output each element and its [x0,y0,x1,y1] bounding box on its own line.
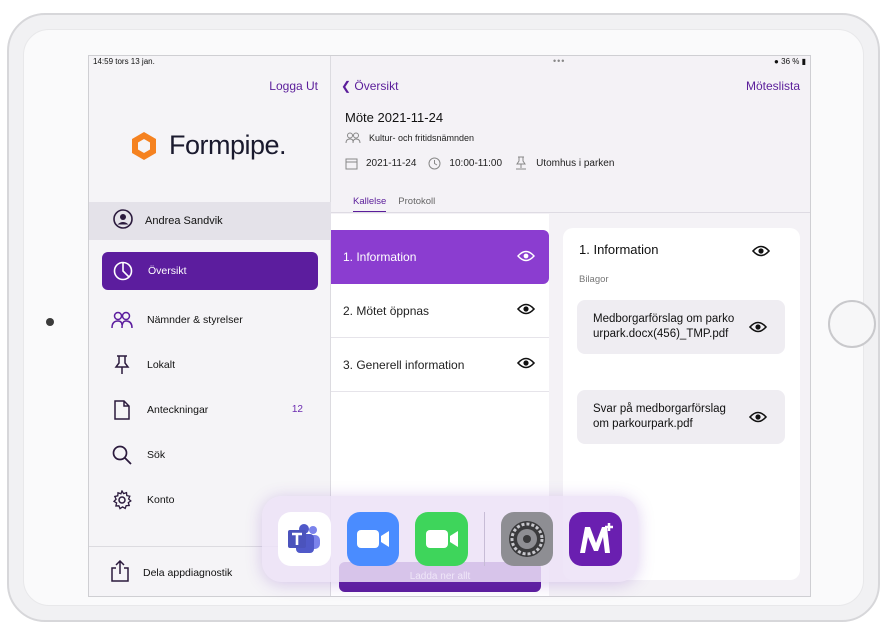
tab-kallelse[interactable]: Kallelse [353,196,387,213]
share-icon [111,559,129,585]
app-dock [262,496,638,582]
committee-row: Kultur- och fritidsnämnden [345,132,474,144]
gear-icon [111,489,133,511]
settings-icon[interactable] [500,512,554,566]
status-right: ● 36 % ▮ [774,57,806,66]
location-pin-icon [514,156,528,170]
eye-icon[interactable] [516,357,536,372]
sidebar-item-label: Översikt [148,265,187,277]
dock-separator [483,512,485,566]
agenda-item-label: 1. Information [343,250,417,264]
camera-dot [46,318,54,326]
meeting-title: Möte 2021-11-24 [345,110,444,125]
user-avatar-icon [113,208,133,234]
zoom-icon[interactable] [346,512,400,566]
eye-icon[interactable] [517,250,535,265]
eye-icon[interactable] [751,244,771,262]
back-label: Översikt [354,79,399,93]
attachment-item[interactable]: Svar på medborgarförslag om parkourpark.… [577,390,785,444]
agenda-item[interactable]: 2. Mötet öppnas [331,284,549,338]
agenda-item-label: 3. Generell information [343,357,465,372]
share-label: Dela appdiagnostik [143,566,233,579]
pie-chart-icon [112,260,134,282]
sidebar-nav: Översikt Nämnder & styrelser Lokalt Ante… [89,252,331,522]
meeting-list-link[interactable]: Möteslista [746,79,800,93]
tab-bar: Kallelse Protokoll [353,196,447,213]
battery-icon: ▮ [801,57,806,66]
logo-text: Formpipe. [169,130,287,160]
sidebar-item-label: Sök [147,448,166,461]
multitask-dots[interactable]: ••• [553,56,565,66]
meeting-meta: 2021-11-24 10:00-11:00 Utomhus i parken [345,156,626,170]
facetime-icon[interactable] [415,512,468,566]
sidebar-item-label: Anteckningar [147,403,209,416]
people-icon [345,132,361,144]
attachments-label: Bilagor [579,274,609,285]
logout-link[interactable]: Logga Ut [269,79,318,93]
clock-icon [428,157,441,170]
m-plus-icon[interactable] [569,512,623,566]
pin-icon [111,354,133,376]
tab-protokoll[interactable]: Protokoll [398,196,435,213]
sidebar-item-oversikt[interactable]: Översikt [102,252,318,290]
sidebar-item-sok[interactable]: Sök [89,432,331,477]
document-icon [111,399,133,421]
detail-title: 1. Information [579,242,659,257]
back-button[interactable]: ❮ Översikt [341,79,398,93]
teams-icon[interactable] [278,512,331,566]
sidebar-item-lokalt[interactable]: Lokalt [89,342,331,387]
home-button[interactable] [828,300,876,348]
calendar-icon [345,157,358,170]
sidebar-item-label: Nämnder & styrelser [147,313,243,326]
sidebar-item-anteckningar[interactable]: Anteckningar 12 [89,387,331,432]
meeting-location: Utomhus i parken [536,157,615,169]
agenda-item-label: 2. Mötet öppnas [343,303,430,318]
committee-name: Kultur- och fritidsnämnden [369,133,475,143]
agenda-item[interactable]: 1. Information [331,230,549,284]
sidebar-item-label: Lokalt [147,358,176,371]
attachment-item[interactable]: Medborgarförslag om parkourpark.docx(456… [577,300,785,354]
formpipe-logo: Formpipe. [129,130,287,161]
sidebar-item-namnder[interactable]: Nämnder & styrelser [89,297,331,342]
battery-text: 36 % [781,57,800,66]
search-icon [111,444,133,466]
logo-mark-icon [129,131,159,161]
eye-icon[interactable] [516,303,536,318]
meeting-time: 10:00-11:00 [449,157,503,169]
eye-icon[interactable] [748,321,768,338]
chevron-left-icon: ❮ [341,79,352,93]
wifi-icon: ● [774,57,779,66]
user-profile-row[interactable]: Andrea Sandvik [89,202,331,240]
meeting-date: 2021-11-24 [366,157,417,169]
notes-count-badge: 12 [291,404,303,415]
attachment-name: Medborgarförslag om parkourpark.docx(456… [593,313,735,340]
people-icon [111,309,133,331]
eye-icon[interactable] [748,411,768,428]
tabs-divider [331,212,810,213]
sidebar-item-label: Konto [147,493,175,506]
attachment-name: Svar på medborgarförslag om parkourpark.… [593,403,726,430]
agenda-item[interactable]: 3. Generell information [331,338,549,392]
status-time: 14:59 tors 13 jan. [93,57,155,66]
user-name: Andrea Sandvik [145,215,223,227]
